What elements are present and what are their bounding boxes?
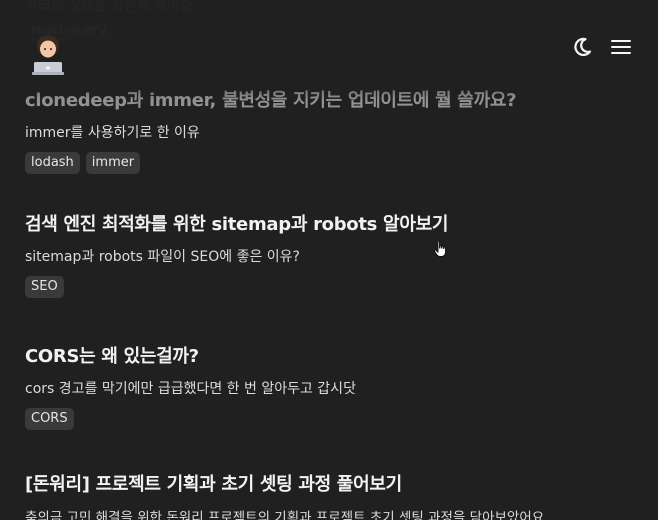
post-title[interactable]: clonedeep과 immer, 불변성을 지키는 업데이트에 뭘 쓸까요?: [25, 86, 517, 112]
post-item[interactable]: 검색 엔진 최적화를 위한 sitemap과 robots 알아보기 sitem…: [25, 210, 448, 298]
tag-chip[interactable]: immer: [85, 152, 141, 174]
tag-list: CORS: [25, 408, 356, 430]
tag-list: SEO: [25, 276, 448, 298]
post-item[interactable]: [돈워리] 프로젝트 기획과 초기 셋팅 과정 풀어보기 축의금 고민 해결을 …: [25, 470, 548, 520]
post-description: 커리의 상태를 확인해 보아요: [25, 0, 193, 15]
hand-cursor-icon: [434, 240, 446, 257]
post-item[interactable]: CORS는 왜 있는걸까? cors 경고를 막기에만 급급했다면 한 번 알아…: [25, 342, 356, 430]
post-title[interactable]: [돈워리] 프로젝트 기획과 초기 셋팅 과정 풀어보기: [25, 470, 548, 496]
tag-chip[interactable]: lodash: [25, 152, 80, 174]
tag-list: lodash immer: [25, 152, 516, 174]
moon-icon[interactable]: [571, 36, 593, 58]
post-description: 축의금 고민 해결을 위한 돈워리 프로젝트의 기획과 프로젝트 초기 셋팅 과…: [25, 510, 549, 520]
avatar-icon[interactable]: [30, 33, 66, 75]
post-title[interactable]: 검색 엔진 최적화를 위한 sitemap과 robots 알아보기: [25, 210, 448, 236]
hamburger-menu-icon[interactable]: [610, 38, 632, 56]
post-description: immer를 사용하기로 한 이유: [25, 125, 200, 141]
tag-chip[interactable]: SEO: [25, 276, 64, 298]
tag-chip[interactable]: CORS: [25, 408, 74, 430]
post-description: cors 경고를 막기에만 급급했다면 한 번 알아두고 갑시닷: [25, 381, 356, 397]
post-item[interactable]: clonedeep과 immer, 불변성을 지키는 업데이트에 뭘 쓸까요? …: [25, 86, 517, 174]
post-description: sitemap과 robots 파일이 SEO에 좋은 이유?: [25, 249, 300, 265]
post-title[interactable]: CORS는 왜 있는걸까?: [25, 342, 356, 368]
blog-page: 커리의 상태를 확인해 보아요 react-query clonedeep과 i…: [0, 0, 658, 520]
